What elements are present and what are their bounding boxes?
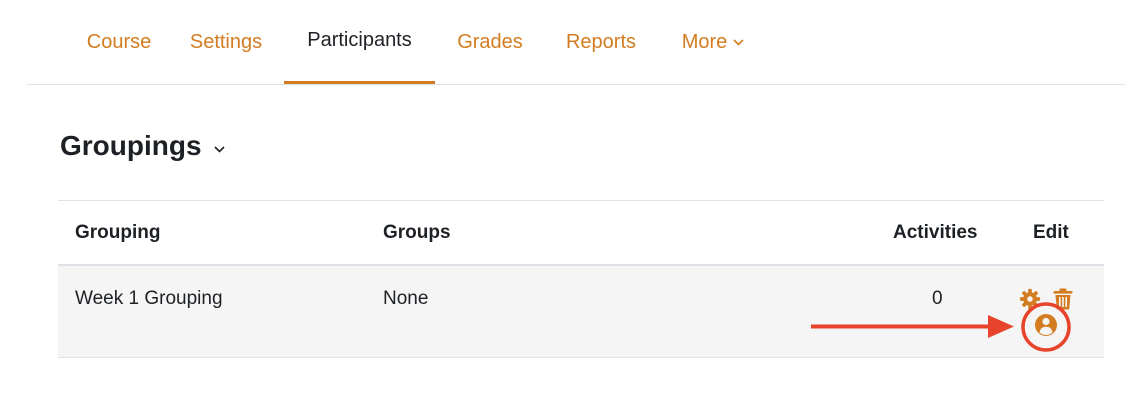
page-title: Groupings (60, 130, 202, 161)
tab-participants[interactable]: Participants (284, 0, 435, 84)
trash-icon[interactable] (1051, 287, 1075, 311)
tab-label: Settings (189, 30, 263, 53)
chevron-down-icon (733, 38, 744, 46)
secondary-navigation: Course Settings Participants Grades Repo… (27, 0, 1125, 85)
column-header-grouping: Grouping (75, 221, 161, 243)
tab-label: Grades (457, 30, 523, 53)
tab-grades[interactable]: Grades (438, 0, 542, 84)
column-header-edit: Edit (1033, 221, 1069, 243)
column-header-groups: Groups (383, 221, 451, 243)
groups-value: None (383, 288, 429, 309)
tab-label: More (681, 30, 728, 53)
groupings-table: Grouping Groups Activities Edit Week 1 G… (58, 200, 1104, 358)
table-row: Week 1 Grouping None 0 (58, 266, 1104, 358)
column-header-activities: Activities (893, 221, 978, 243)
page-title-dropdown[interactable]: Groupings (60, 124, 225, 168)
gear-icon[interactable] (1018, 287, 1042, 311)
user-circle-icon[interactable] (1034, 379, 1060, 405)
tab-label: Participants (307, 29, 412, 51)
tab-settings[interactable]: Settings (174, 0, 278, 84)
tab-more[interactable]: More (668, 0, 758, 84)
table-header: Grouping Groups Activities Edit (58, 201, 1104, 266)
tab-label: Course (86, 30, 152, 53)
tab-label: Reports (565, 30, 637, 53)
tab-reports[interactable]: Reports (549, 0, 653, 84)
grouping-name: Week 1 Grouping (75, 288, 223, 309)
tab-course[interactable]: Course (67, 0, 171, 84)
chevron-down-icon (213, 145, 225, 153)
activities-count: 0 (932, 288, 943, 309)
